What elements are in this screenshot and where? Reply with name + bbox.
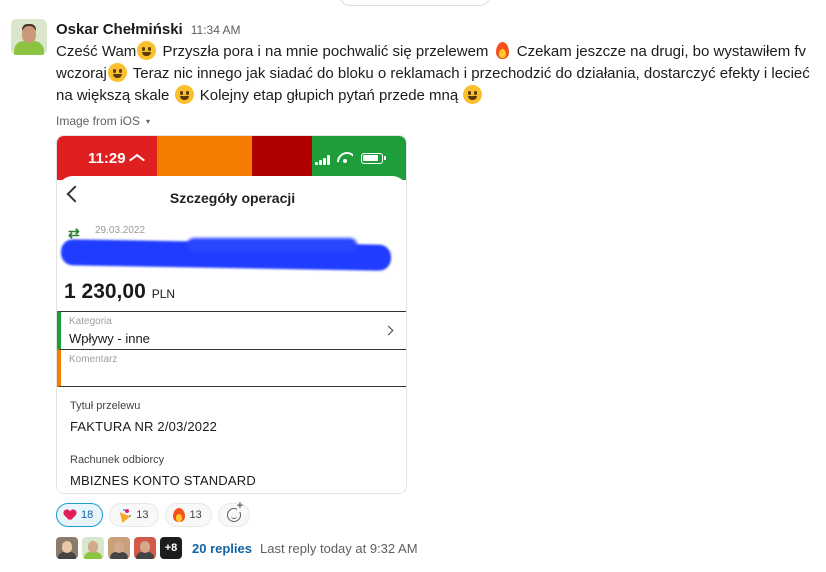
shushing-face-icon xyxy=(137,41,157,60)
avatar xyxy=(82,537,104,559)
attached-image[interactable]: 11:29 Szczegóły operacji ⇄ 29.03.2022 . … xyxy=(56,135,407,494)
reaction-party[interactable]: 13 xyxy=(109,503,159,527)
amount-currency: PLN xyxy=(151,287,176,301)
caret-down-icon: ▾ xyxy=(146,116,151,126)
reaction-fire[interactable]: 13 xyxy=(164,503,212,527)
transfer-title-value: FAKTURA NR 2/03/2022 xyxy=(70,419,218,434)
message-text-part: Kolejny etap głupich pytań przede mną xyxy=(195,87,463,104)
message-text: Cześć Wam Przyszła pora i na mnie pochwa… xyxy=(56,41,816,107)
heart-icon xyxy=(64,510,76,521)
recipient-account-label: Rachunek odbiorcy xyxy=(70,454,165,466)
winking-face-icon xyxy=(174,85,194,104)
reactions-bar: 18 13 13 xyxy=(56,501,250,527)
author-name[interactable]: Oskar Chełmiński xyxy=(56,21,183,38)
date-divider-pill[interactable] xyxy=(340,0,490,6)
party-popper-icon xyxy=(117,508,131,522)
avatar xyxy=(56,537,78,559)
status-bar-orange xyxy=(157,136,252,180)
reaction-count: 13 xyxy=(136,509,149,521)
category-label: Kategoria xyxy=(69,316,112,327)
chevron-right-icon xyxy=(383,325,394,336)
replies-link[interactable]: 20 replies xyxy=(192,541,252,556)
reaction-heart[interactable]: 18 xyxy=(56,503,104,527)
reaction-count: 13 xyxy=(189,509,202,521)
operation-date: 29.03.2022 xyxy=(95,225,146,236)
amount-value: 1 230,00 xyxy=(64,280,146,303)
operation-amount: 1 230,00 PLN xyxy=(64,280,175,304)
grinning-face-icon xyxy=(463,85,483,104)
fire-icon xyxy=(172,508,185,522)
avatar xyxy=(134,537,156,559)
message-timestamp[interactable]: 11:34 AM xyxy=(191,23,241,37)
comment-field: Komentarz xyxy=(57,349,406,387)
message-text-part: Przyszła pora i na mnie pochwalić się pr… xyxy=(158,43,493,60)
recipient-account-value: MBIZNES KONTO STANDARD xyxy=(70,473,256,488)
message-header: Oskar Chełmiński 11:34 AM xyxy=(56,21,241,38)
transfer-title-label: Tytuł przelewu xyxy=(70,400,141,412)
attachment-label: Image from iOS xyxy=(56,114,141,128)
redaction-scribble xyxy=(187,238,357,252)
thread-summary[interactable]: +8 20 replies Last reply today at 9:32 A… xyxy=(56,537,418,559)
add-reaction-button[interactable] xyxy=(217,501,250,527)
last-reply-text: Last reply today at 9:32 AM xyxy=(260,540,418,556)
wifi-icon xyxy=(337,152,353,164)
reaction-count: 18 xyxy=(81,509,94,521)
category-value: Wpływy - inne xyxy=(69,331,150,346)
add-reaction-icon xyxy=(226,501,244,522)
avatar xyxy=(108,537,130,559)
battery-icon xyxy=(361,153,386,164)
phone-clock: 11:29 xyxy=(88,150,126,167)
redaction-dot: . xyxy=(385,259,388,270)
category-field: Kategoria Wpływy - inne xyxy=(57,311,406,349)
more-participants-badge: +8 xyxy=(160,537,182,559)
comment-label: Komentarz xyxy=(69,354,118,365)
message-text-part: Cześć Wam xyxy=(56,43,137,60)
slightly-smiling-face-icon xyxy=(107,63,127,82)
status-bar-darkred xyxy=(252,136,312,180)
phone-status-time: 11:29 xyxy=(88,150,145,167)
avatar[interactable] xyxy=(11,19,47,55)
signal-icon xyxy=(315,155,331,165)
operation-title: Szczegóły operacji xyxy=(169,190,296,206)
operation-details-card: Szczegóły operacji ⇄ 29.03.2022 . 1 230,… xyxy=(57,176,406,493)
fire-icon xyxy=(494,41,511,60)
attachment-toggle[interactable]: Image from iOS ▾ xyxy=(56,114,150,128)
